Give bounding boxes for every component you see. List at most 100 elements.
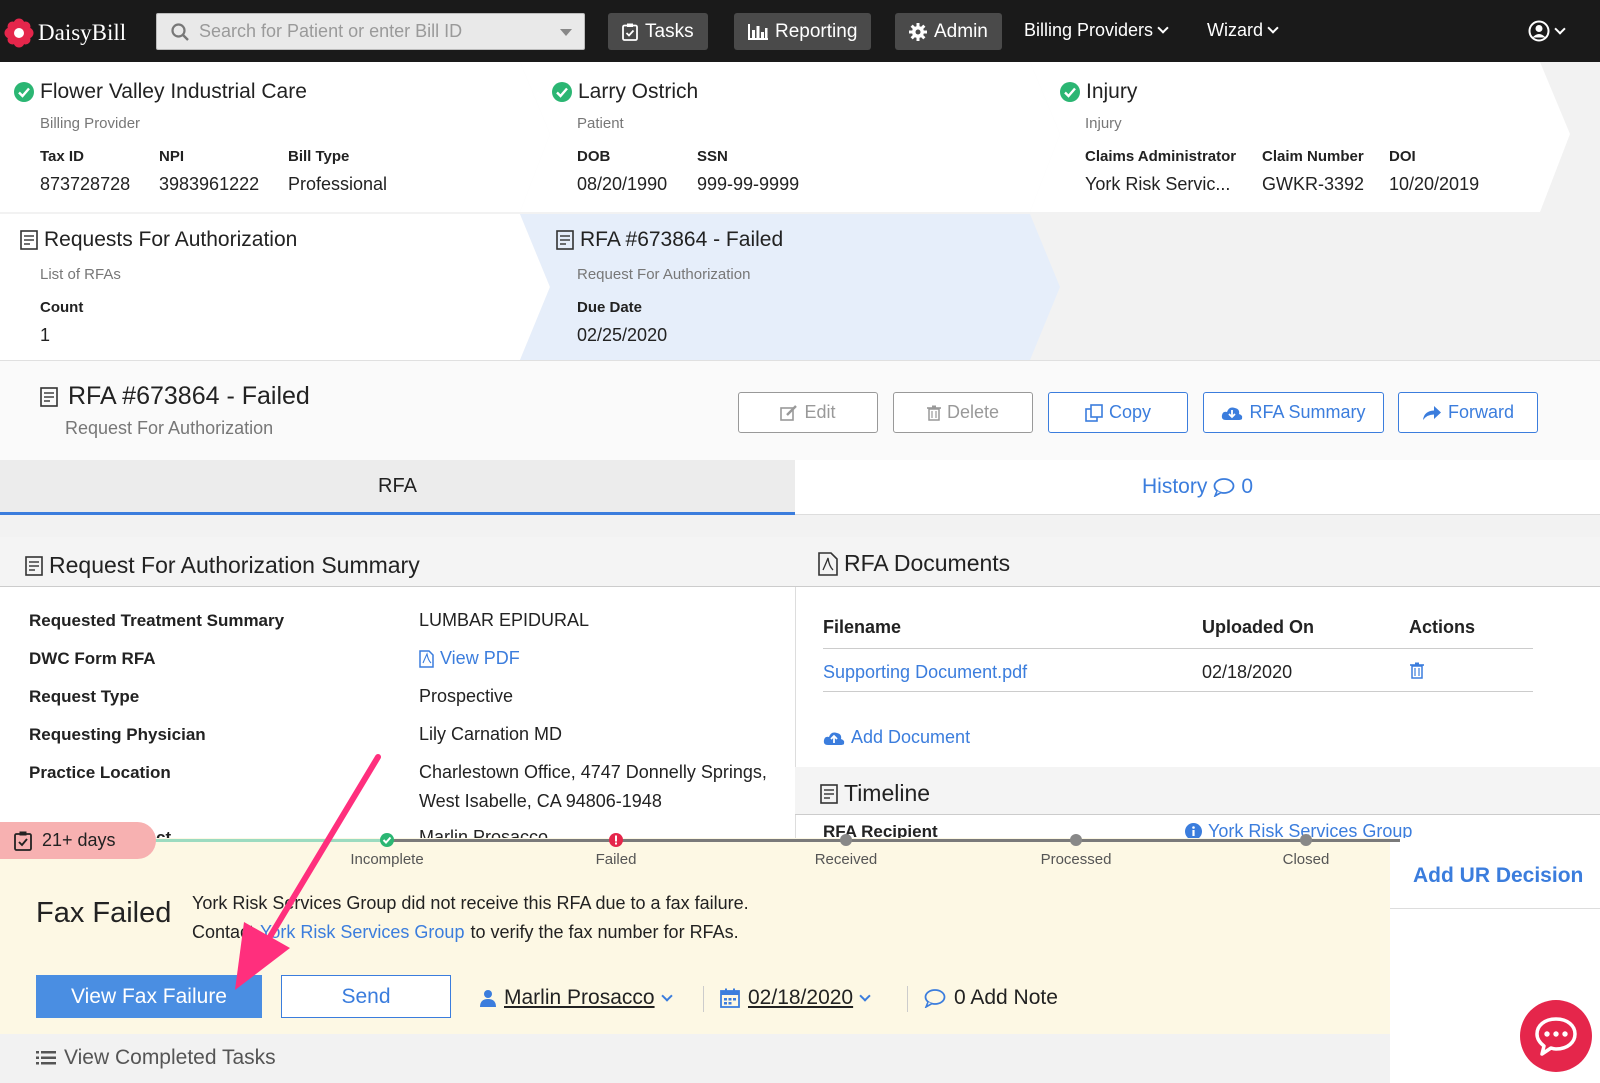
clipboard-check-icon xyxy=(622,23,638,41)
dob-label: DOB xyxy=(577,148,611,165)
search-icon xyxy=(171,22,189,41)
daisybill-logo[interactable]: DaisyBill xyxy=(4,18,126,48)
rfas-subtitle: List of RFAs xyxy=(40,266,121,283)
chat-widget-button[interactable] xyxy=(1520,1000,1592,1072)
document-uploaded-on: 02/18/2020 xyxy=(1202,662,1293,682)
document-delete-button[interactable] xyxy=(1410,662,1424,679)
documents-col-actions: Actions xyxy=(1409,617,1476,637)
view-fax-failure-button[interactable]: View Fax Failure xyxy=(36,975,262,1018)
summary-label-request-type: Request Type xyxy=(29,687,140,706)
edit-label: Edit xyxy=(804,402,836,422)
tasks-button[interactable]: Tasks xyxy=(608,13,708,50)
summary-heading-text: Request For Authorization Summary xyxy=(49,552,420,578)
check-circle-icon xyxy=(14,82,34,102)
admin-label: Admin xyxy=(934,20,988,42)
pdf-file-icon xyxy=(419,649,434,668)
search-dropdown-caret-icon[interactable] xyxy=(560,29,572,36)
summary-heading: Request For Authorization Summary xyxy=(25,552,420,579)
breadcrumb-injury[interactable]: Injury xyxy=(1060,80,1137,104)
breadcrumb-patient[interactable]: Larry Ostrich xyxy=(552,80,698,104)
summary-value-treatment: LUMBAR EPIDURAL xyxy=(419,610,590,630)
stage-processed-dot xyxy=(1070,834,1082,846)
breadcrumb-rfas[interactable]: Requests For Authorization xyxy=(20,228,297,252)
add-document-button[interactable]: Add Document xyxy=(823,727,970,748)
rfas-title: Requests For Authorization xyxy=(44,228,298,251)
view-pdf-label: View PDF xyxy=(440,648,520,668)
contact-link[interactable]: York Risk Services Group xyxy=(260,922,464,943)
delete-button[interactable]: Delete xyxy=(893,392,1033,433)
add-ur-decision-link[interactable]: Add UR Decision xyxy=(1413,864,1583,888)
add-note-button[interactable]: 0 Add Note xyxy=(924,986,1058,1010)
list-icon xyxy=(36,1051,56,1065)
chat-bubble-icon xyxy=(1535,1017,1577,1056)
stage-failed-label: Failed xyxy=(595,851,637,868)
check-circle-icon xyxy=(552,82,572,102)
task-date-dropdown[interactable]: 02/18/2020 xyxy=(720,986,871,1010)
tasks-label: Tasks xyxy=(645,20,694,42)
copy-label: Copy xyxy=(1108,402,1152,422)
rfa-title: RFA #673864 - Failed xyxy=(580,228,784,251)
task-date: 02/18/2020 xyxy=(748,986,854,1009)
comment-icon xyxy=(1213,478,1235,497)
tax-id-value: 873728728 xyxy=(40,174,131,194)
reporting-button[interactable]: Reporting xyxy=(734,13,872,50)
logo-text: DaisyBill xyxy=(38,20,127,45)
task-message-suffix: to verify the fax number for RFAs. xyxy=(470,922,739,942)
patient-subtitle: Patient xyxy=(577,115,624,132)
trash-icon xyxy=(1410,662,1424,679)
send-button[interactable]: Send xyxy=(281,975,451,1018)
tab-history-count: 0 xyxy=(1241,475,1254,498)
summary-label-treatment: Requested Treatment Summary xyxy=(29,611,285,630)
assignee-dropdown[interactable]: Marlin Prosacco xyxy=(480,986,673,1010)
npi-label: NPI xyxy=(159,148,185,165)
search-input[interactable] xyxy=(199,21,529,42)
count-label: Count xyxy=(40,299,84,316)
task-heading: Fax Failed xyxy=(36,897,172,929)
user-menu[interactable] xyxy=(1528,20,1566,42)
view-pdf-link[interactable]: View PDF xyxy=(419,648,520,669)
chevron-down-icon xyxy=(1554,22,1566,35)
delete-label: Delete xyxy=(946,402,1000,422)
trash-icon xyxy=(926,405,941,421)
forward-label: Forward xyxy=(1447,402,1514,422)
rfa-summary-button[interactable]: RFA Summary xyxy=(1203,392,1384,433)
claims-admin-value: York Risk Servic... xyxy=(1085,174,1231,194)
forward-button[interactable]: Forward xyxy=(1398,392,1538,433)
tab-history-label: History xyxy=(1141,475,1208,498)
wizard-menu[interactable]: Wizard xyxy=(1207,20,1279,41)
documents-header-divider xyxy=(823,648,1533,649)
document-filename-link[interactable]: Supporting Document.pdf xyxy=(823,662,1027,683)
chevron-down-icon xyxy=(1267,22,1279,34)
view-completed-tasks-link[interactable]: View Completed Tasks xyxy=(36,1046,276,1070)
admin-button[interactable]: Admin xyxy=(895,13,1002,50)
doi-value: 10/20/2019 xyxy=(1389,174,1480,194)
form-icon xyxy=(820,783,838,804)
billing-providers-label: Billing Providers xyxy=(1024,20,1154,40)
summary-value-request-type: Prospective xyxy=(419,686,514,706)
summary-value-physician: Lily Carnation MD xyxy=(419,724,563,744)
bill-type-value: Professional xyxy=(288,174,388,194)
meta-separator xyxy=(703,986,704,1012)
copy-button[interactable]: Copy xyxy=(1048,392,1188,433)
patient-search-box[interactable] xyxy=(156,13,585,50)
billing-providers-menu[interactable]: Billing Providers xyxy=(1024,20,1169,41)
page-title: RFA #673864 - Failed xyxy=(40,382,310,411)
chevron-down-icon xyxy=(660,989,673,1002)
chevron-down-icon xyxy=(859,989,871,1002)
summary-label-location: Practice Location xyxy=(29,763,171,782)
stage-incomplete-dot xyxy=(380,833,394,847)
view-completed-tasks-label: View Completed Tasks xyxy=(64,1046,276,1069)
breadcrumb-shapes xyxy=(0,62,1570,360)
timeline-heading-text: Timeline xyxy=(844,780,931,806)
cloud-upload-icon xyxy=(823,732,845,745)
rfa-subtitle: Request For Authorization xyxy=(577,266,751,283)
edit-button[interactable]: Edit xyxy=(738,392,878,433)
breadcrumb-provider[interactable]: Flower Valley Industrial Care xyxy=(14,80,307,104)
check-circle-icon xyxy=(1060,82,1080,102)
tab-history[interactable]: History 0 xyxy=(795,460,1600,515)
breadcrumb-rfa[interactable]: RFA #673864 - Failed xyxy=(556,228,783,252)
provider-name: Flower Valley Industrial Care xyxy=(40,80,307,103)
tab-rfa[interactable]: RFA xyxy=(0,460,795,515)
count-value: 1 xyxy=(40,325,51,345)
user-circle-icon xyxy=(1528,20,1550,42)
